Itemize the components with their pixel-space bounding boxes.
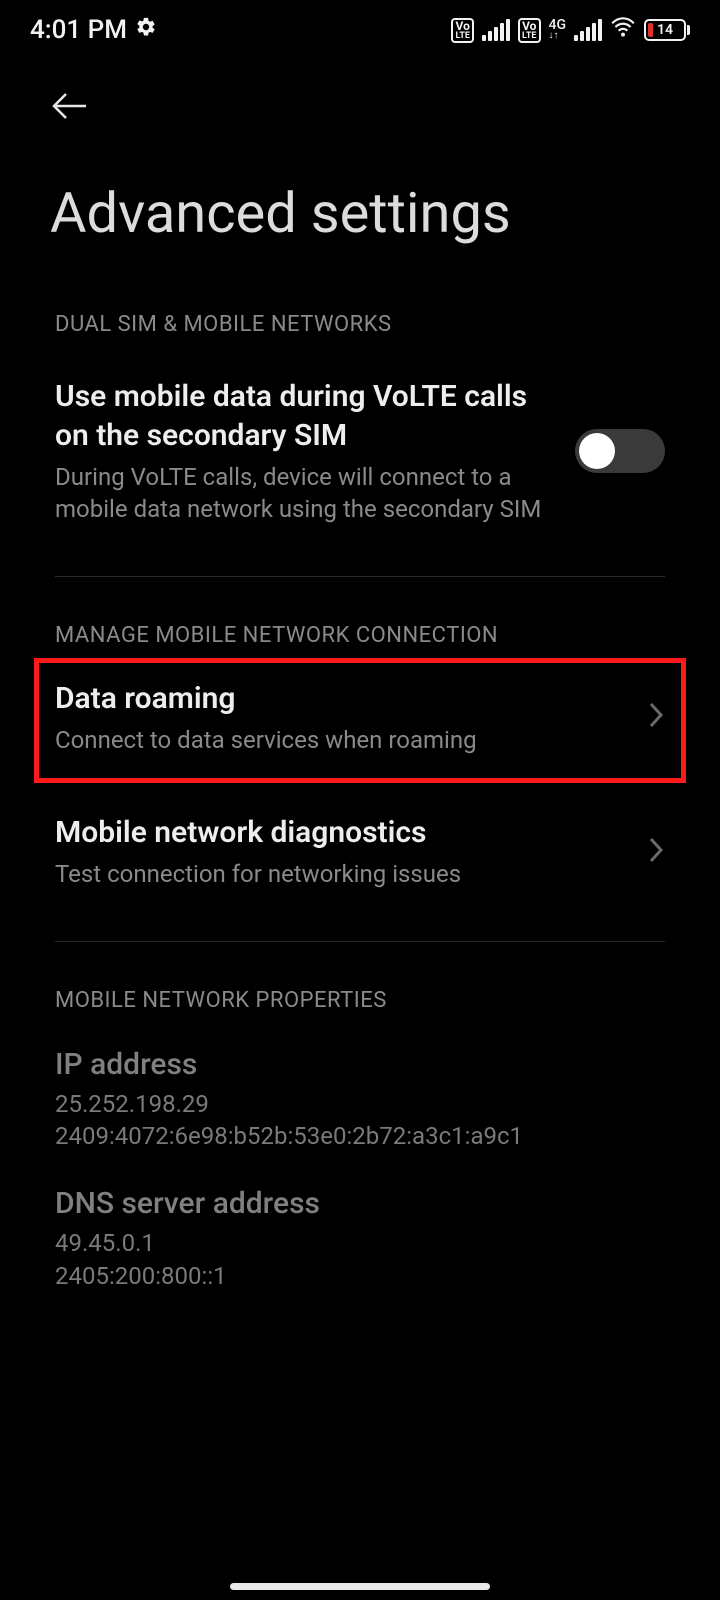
setting-title: Mobile network diagnostics [55,813,627,852]
network-type-indicator: 4G↓↑ [549,19,567,41]
section-header-dual-sim: DUAL SIM & MOBILE NETWORKS [0,286,720,347]
battery-percent: 14 [646,22,684,38]
setting-subtitle: Test connection for networking issues [55,858,627,890]
toggle-volte-secondary-sim[interactable] [575,429,665,473]
divider [55,941,665,942]
info-label: DNS server address [55,1186,665,1221]
info-ip-address: IP address 25.252.198.29 2409:4072:6e98:… [0,1023,720,1163]
setting-network-diagnostics[interactable]: Mobile network diagnostics Test connecti… [0,783,720,920]
gear-icon [135,15,157,45]
page-title: Advanced settings [0,140,720,286]
status-right: VoLTE VoLTE 4G↓↑ 14 [451,14,690,47]
setting-title: Data roaming [55,679,627,718]
info-dns-address: DNS server address 49.45.0.1 2405:200:80… [0,1162,720,1302]
toolbar [0,60,720,140]
setting-subtitle: During VoLTE calls, device will connect … [55,461,555,526]
highlight-data-roaming: Data roaming Connect to data services wh… [34,658,686,783]
home-indicator[interactable] [230,1583,490,1590]
info-value: 49.45.0.1 2405:200:800::1 [55,1227,665,1292]
toggle-knob [579,433,615,469]
info-value: 25.252.198.29 2409:4072:6e98:b52b:53e0:2… [55,1088,665,1153]
signal-bars-2 [574,19,602,41]
wifi-icon [610,14,636,47]
volte-badge-2: VoLTE [518,18,541,43]
chevron-right-icon [647,700,665,734]
status-bar: 4:01 PM VoLTE VoLTE 4G↓↑ 14 [0,0,720,60]
back-button[interactable] [50,86,90,126]
setting-text: Data roaming Connect to data services wh… [55,679,627,756]
setting-text: Mobile network diagnostics Test connecti… [55,813,627,890]
divider [55,576,665,577]
status-time: 4:01 PM [30,15,127,45]
chevron-right-icon [647,835,665,869]
section-header-properties: MOBILE NETWORK PROPERTIES [0,962,720,1023]
battery-indicator: 14 [644,19,690,41]
setting-text: Use mobile data during VoLTE calls on th… [55,377,555,526]
info-label: IP address [55,1047,665,1082]
setting-data-roaming[interactable]: Data roaming Connect to data services wh… [55,679,665,756]
signal-bars-1 [482,19,510,41]
volte-badge-1: VoLTE [451,18,474,43]
setting-title: Use mobile data during VoLTE calls on th… [55,377,555,455]
setting-volte-secondary-sim[interactable]: Use mobile data during VoLTE calls on th… [0,347,720,556]
section-header-manage: MANAGE MOBILE NETWORK CONNECTION [0,597,720,658]
status-left: 4:01 PM [30,15,157,45]
setting-subtitle: Connect to data services when roaming [55,724,627,756]
